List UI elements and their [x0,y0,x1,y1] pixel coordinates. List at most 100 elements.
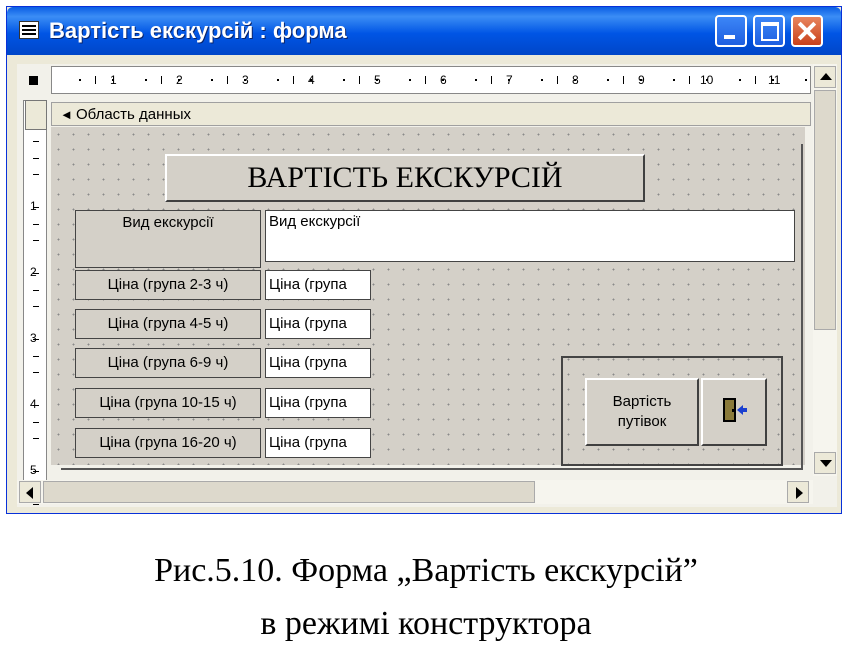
ruler-tick [804,79,807,81]
ruler-tick [359,76,360,84]
ruler-tick [573,79,576,81]
vertical-scroll-thumb[interactable] [814,90,836,330]
scroll-left-button[interactable] [19,481,41,503]
ruler-tick [705,79,708,81]
ruler-number: 11 [768,73,781,87]
ruler-tick [474,79,477,81]
ruler-tick [33,355,39,357]
ruler-tick [33,157,39,159]
section-label: Область данных [76,106,191,123]
ruler-tick [33,372,39,373]
design-area: 1 2 3 4 5 6 7 8 9 10 11 1 2 3 4 5 ◄ Обла… [17,64,837,507]
ruler-tick [33,405,39,406]
vertical-ruler[interactable]: 1 2 3 4 5 [23,100,47,505]
ruler-tick [375,79,378,81]
ruler-tick [771,79,774,81]
horizontal-scroll-thumb[interactable] [43,481,535,503]
field-excursion-type[interactable]: Вид екскурсії [265,210,795,262]
ruler-tick [33,289,39,291]
exit-button[interactable] [701,378,767,446]
horizontal-ruler[interactable]: 1 2 3 4 5 6 7 8 9 10 11 [51,66,811,94]
ruler-number: 4 [30,397,37,411]
ruler-tick [33,240,39,241]
form-window: Вартість екскурсій : форма 1 2 3 4 5 6 7… [6,6,842,514]
ruler-tick [177,79,180,81]
ruler-tick [33,504,39,505]
ruler-tick [111,79,114,81]
ruler-tick [276,79,279,81]
ruler-tick [161,76,162,84]
ruler-number: 2 [30,265,37,279]
ruler-tick [507,79,510,81]
ruler-tick [441,79,444,81]
scroll-down-button[interactable] [814,452,836,474]
ruler-tick [540,79,543,81]
ruler-tick [639,79,642,81]
form-heading[interactable]: ВАРТІСТЬ ЕКСКУРСІЙ [165,154,645,202]
ruler-tick [672,79,675,81]
title-bar[interactable]: Вартість екскурсій : форма [7,7,841,55]
ruler-tick [491,76,492,84]
exit-door-icon [723,398,747,422]
field-price-4-5[interactable]: Ціна (група [265,309,371,339]
close-button[interactable] [791,15,823,47]
detail-section-bar[interactable]: ◄ Область данных [51,102,811,126]
ruler-tick [33,174,39,175]
ruler-tick [755,76,756,84]
ruler-tick [425,76,426,84]
ruler-tick [606,79,609,81]
ruler-tick [95,76,96,84]
ruler-tick [227,76,228,84]
ruler-tick [144,79,147,81]
ruler-tick [243,79,246,81]
ruler-tick [33,421,39,423]
ruler-tick [408,79,411,81]
ruler-tick [33,273,39,274]
ruler-tick [33,339,39,340]
ruler-tick [623,76,624,84]
maximize-button[interactable] [753,15,785,47]
tour-cost-label-line2: путівок [617,413,667,430]
scroll-right-button[interactable] [787,481,809,503]
minimize-button[interactable] [715,15,747,47]
vertical-scrollbar[interactable] [813,64,837,476]
figure-caption-line1: Рис.5.10. Форма „Вартість екскурсій” [154,552,698,589]
label-excursion-type[interactable]: Вид екскурсії [75,210,261,268]
form-selector[interactable] [23,70,45,92]
ruler-tick [689,76,690,84]
ruler-tick [33,223,39,225]
ruler-tick [33,207,39,208]
horizontal-scrollbar[interactable] [17,480,813,504]
label-price-16-20[interactable]: Ціна (група 16-20 ч) [75,428,261,458]
label-price-10-15[interactable]: Ціна (група 10-15 ч) [75,388,261,418]
tour-cost-button[interactable]: Вартість путівок [585,378,699,446]
label-price-4-5[interactable]: Ціна (група 4-5 ч) [75,309,261,339]
ruler-tick [33,471,39,472]
ruler-tick [33,306,39,307]
ruler-tick [309,79,312,81]
ruler-tick [557,76,558,84]
form-icon [19,21,39,39]
field-price-6-9[interactable]: Ціна (група [265,348,371,378]
ruler-tick [33,438,39,439]
ruler-number: 5 [30,463,37,477]
figure-caption-line2: в режимі конструктора [260,605,592,642]
ruler-tick [210,79,213,81]
ruler-number: 3 [30,331,37,345]
section-selector[interactable] [25,100,47,130]
field-price-16-20[interactable]: Ціна (група [265,428,371,458]
ruler-number: 1 [30,199,37,213]
scroll-up-button[interactable] [814,66,836,88]
window-title: Вартість екскурсій : форма [49,18,347,43]
ruler-tick [33,141,39,142]
field-price-2-3[interactable]: Ціна (група [265,270,371,300]
ruler-tick [78,79,81,81]
label-price-6-9[interactable]: Ціна (група 6-9 ч) [75,348,261,378]
ruler-tick [342,79,345,81]
label-price-2-3[interactable]: Ціна (група 2-3 ч) [75,270,261,300]
field-price-10-15[interactable]: Ціна (група [265,388,371,418]
tour-cost-button-label: Вартість путівок [587,380,697,432]
section-arrow-icon: ◄ [60,107,73,122]
ruler-tick [738,79,741,81]
ruler-tick [293,76,294,84]
